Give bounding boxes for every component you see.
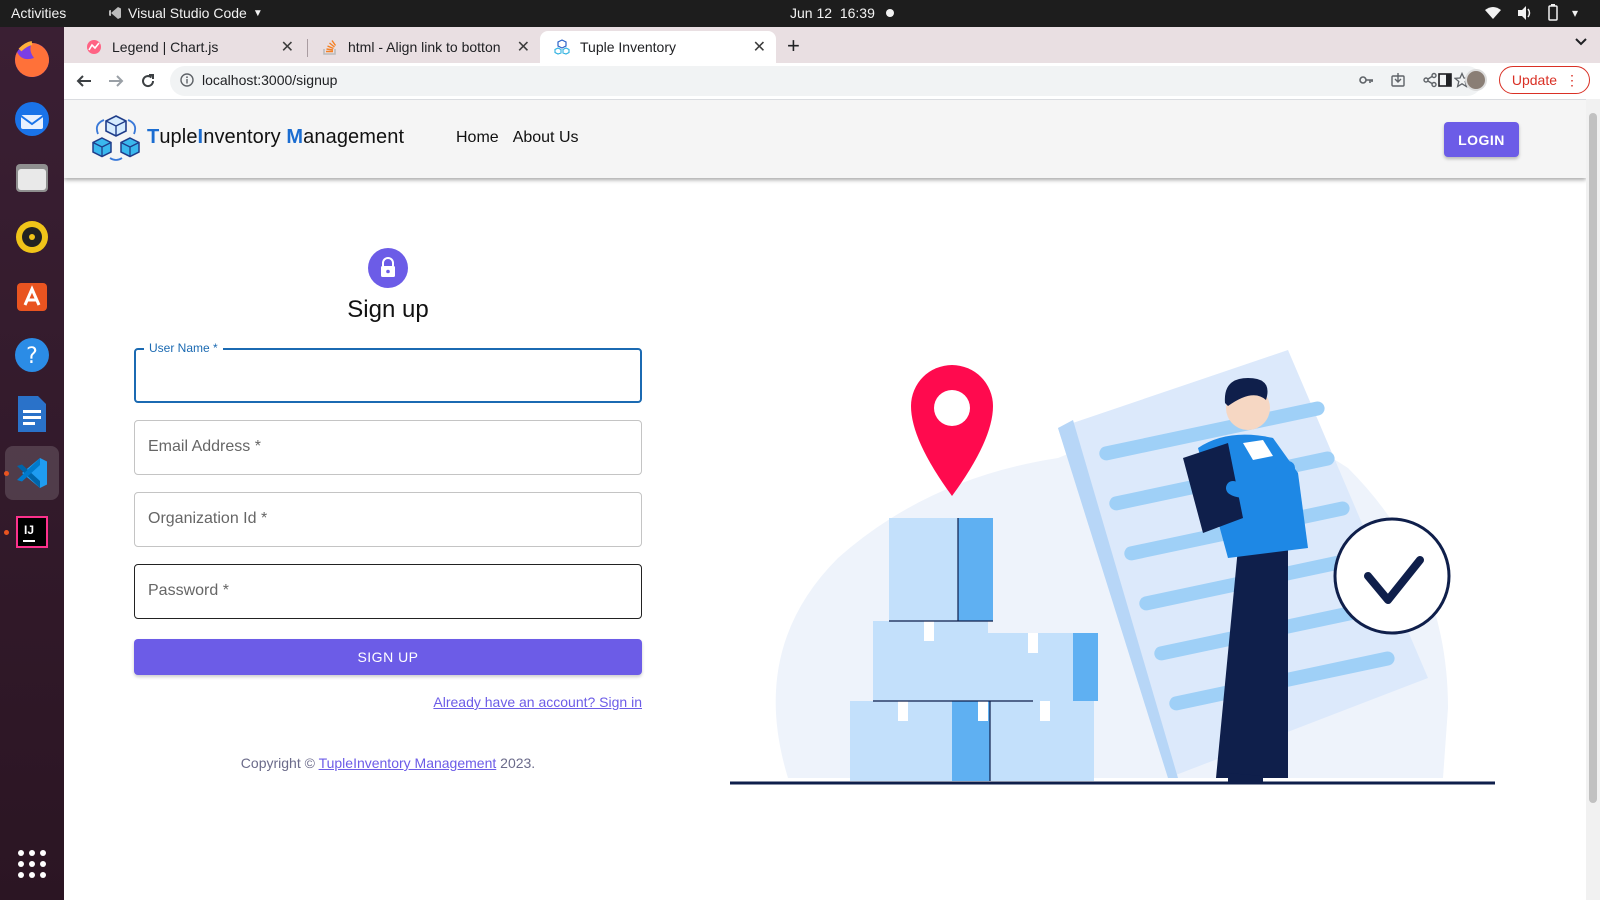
- site-info-icon[interactable]: [180, 73, 194, 92]
- tuple-logo-icon[interactable]: [90, 114, 142, 169]
- chartjs-favicon-icon: [86, 39, 102, 55]
- clock-date: Jun 12: [790, 5, 833, 21]
- show-apps-icon[interactable]: [18, 850, 46, 878]
- system-top-bar: Activities Visual Studio Code ▼ Jun 12 1…: [0, 0, 1600, 27]
- login-button[interactable]: LOGIN: [1444, 122, 1519, 157]
- app-header: TupleInventory Management Home About Us …: [64, 100, 1586, 178]
- nav-home[interactable]: Home: [456, 129, 499, 147]
- page-scrollbar[interactable]: [1586, 99, 1600, 900]
- app-menu-label: Visual Studio Code: [128, 5, 247, 21]
- thunderbird-icon[interactable]: [5, 92, 59, 146]
- app-menu[interactable]: Visual Studio Code ▼: [108, 5, 263, 21]
- share-icon[interactable]: [1422, 72, 1438, 88]
- web-page: TupleInventory Management Home About Us …: [64, 99, 1600, 900]
- brand-letter: M: [286, 126, 304, 148]
- tab-title: html - Align link to botton: [348, 39, 501, 55]
- tab-search-icon[interactable]: [1574, 34, 1588, 50]
- brand-text: anagement: [303, 126, 405, 148]
- svg-text:?: ?: [26, 344, 38, 369]
- password-field[interactable]: Password *: [134, 564, 642, 619]
- update-label: Update: [1511, 72, 1557, 88]
- forward-button[interactable]: [104, 69, 128, 93]
- scrollbar-thumb[interactable]: [1589, 113, 1597, 803]
- brand-title[interactable]: TupleInventory Management: [147, 126, 404, 149]
- arrow-left-icon: [76, 75, 91, 87]
- reload-icon: [142, 74, 155, 88]
- vscode-icon[interactable]: [5, 446, 59, 500]
- install-app-icon[interactable]: [1390, 72, 1406, 88]
- lock-avatar: [368, 248, 408, 288]
- svg-text:IJ: IJ: [24, 523, 34, 537]
- help-icon[interactable]: ?: [5, 328, 59, 382]
- close-tab-icon[interactable]: ✕: [753, 37, 766, 57]
- form-title: Sign up: [347, 296, 429, 323]
- reload-button[interactable]: [136, 69, 160, 93]
- battery-icon: [1548, 4, 1558, 21]
- stackoverflow-favicon-icon: [322, 39, 338, 55]
- intellij-icon[interactable]: IJ: [5, 505, 59, 559]
- copyright-prefix: Copyright ©: [240, 755, 319, 771]
- firefox-icon[interactable]: [5, 33, 59, 87]
- key-icon[interactable]: [1358, 72, 1374, 88]
- brand-text: uple: [159, 126, 198, 148]
- brand-text: nventory: [203, 126, 287, 148]
- files-icon[interactable]: [5, 151, 59, 205]
- tab-strip: Legend | Chart.js ✕ html - Align link to…: [64, 27, 1600, 63]
- check-circle-icon: [1333, 517, 1451, 635]
- back-button[interactable]: [72, 69, 96, 93]
- copyright: Copyright © TupleInventory Management 20…: [134, 755, 642, 771]
- writer-icon[interactable]: [5, 387, 59, 441]
- clock-time: 16:39: [839, 5, 875, 21]
- side-panel-icon[interactable]: [1437, 72, 1453, 88]
- url-text[interactable]: localhost:3000/signup: [202, 72, 337, 88]
- tab-tuple-inventory[interactable]: Tuple Inventory ✕: [540, 31, 776, 63]
- system-tray[interactable]: ▾: [1484, 4, 1578, 21]
- app-center-icon[interactable]: [5, 269, 59, 323]
- org-placeholder: Organization Id *: [148, 510, 268, 527]
- brand-letter: T: [147, 126, 160, 148]
- toolbar-right: Update ⋮: [1437, 66, 1590, 94]
- main-nav: Home About Us: [456, 129, 579, 147]
- close-tab-icon[interactable]: ✕: [517, 37, 530, 57]
- username-field[interactable]: User Name *: [134, 341, 642, 403]
- notification-dot: [886, 9, 894, 17]
- tab-chartjs[interactable]: Legend | Chart.js ✕: [72, 31, 304, 63]
- running-indicator: [4, 471, 9, 476]
- running-indicator: [4, 530, 9, 535]
- organization-id-field[interactable]: Organization Id *: [134, 492, 642, 547]
- password-placeholder: Password *: [148, 582, 229, 599]
- chevron-down-icon: ▾: [1571, 5, 1578, 20]
- profile-avatar[interactable]: [1464, 69, 1487, 91]
- nav-about-us[interactable]: About Us: [513, 129, 579, 147]
- copyright-suffix: 2023.: [496, 755, 536, 771]
- vscode-small-icon: [109, 7, 121, 19]
- copyright-link[interactable]: TupleInventory Management: [319, 755, 497, 771]
- update-button[interactable]: Update ⋮: [1498, 66, 1590, 94]
- new-tab-button[interactable]: +: [787, 33, 800, 59]
- email-field[interactable]: Email Address *: [134, 420, 642, 475]
- activities-button[interactable]: Activities: [11, 5, 66, 21]
- email-placeholder: Email Address *: [148, 438, 261, 455]
- browser-toolbar: localhost:3000/signup Update ⋮: [64, 63, 1600, 99]
- sign-in-link[interactable]: Already have an account? Sign in: [433, 694, 642, 710]
- wifi-icon: [1484, 6, 1501, 19]
- more-vert-icon: ⋮: [1565, 71, 1579, 88]
- arrow-right-icon: [109, 75, 124, 87]
- browser-window: Legend | Chart.js ✕ html - Align link to…: [64, 27, 1600, 900]
- tuple-favicon-icon: [554, 39, 570, 55]
- chevron-down-icon: ▼: [252, 7, 263, 19]
- clock[interactable]: Jun 12 16:39: [790, 5, 875, 21]
- lock-icon: [381, 257, 395, 277]
- tab-title: Tuple Inventory: [580, 39, 676, 55]
- dock: ? IJ: [0, 27, 64, 900]
- tab-title: Legend | Chart.js: [112, 39, 219, 55]
- username-label: User Name *: [144, 341, 223, 355]
- inventory-illustration: [730, 350, 1495, 785]
- sign-up-button[interactable]: SIGN UP: [134, 639, 642, 675]
- rhythmbox-icon[interactable]: [5, 210, 59, 264]
- tab-stackoverflow[interactable]: html - Align link to botton ✕: [308, 31, 540, 63]
- close-tab-icon[interactable]: ✕: [281, 37, 294, 57]
- address-bar[interactable]: localhost:3000/signup: [170, 66, 1482, 96]
- volume-icon: [1517, 5, 1531, 20]
